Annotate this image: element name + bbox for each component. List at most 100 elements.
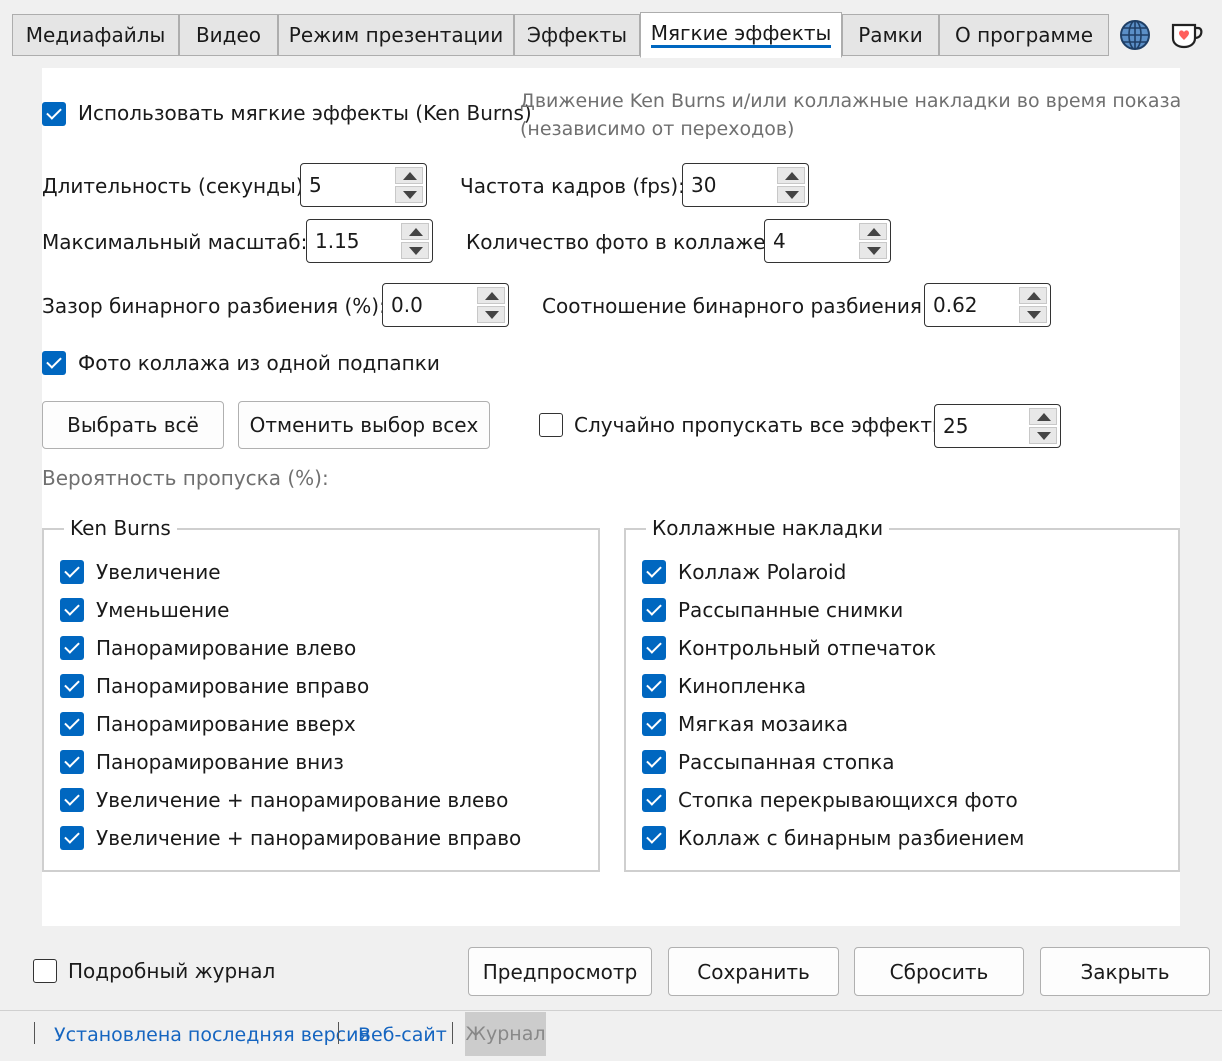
ken-burns-item-checkbox[interactable] (60, 826, 84, 850)
tab-media[interactable]: Медиафайлы (12, 14, 179, 56)
collage-item-label: Рассыпанные снимки (678, 598, 904, 622)
collage-item-checkbox[interactable] (642, 674, 666, 698)
preview-button[interactable]: Предпросмотр (468, 947, 652, 996)
arrow-up-icon[interactable] (777, 167, 805, 184)
collage-item-label: Коллаж Polaroid (678, 560, 847, 584)
description-line-2: (независимо от переходов) (520, 118, 795, 140)
arrow-up-icon[interactable] (477, 287, 505, 304)
collage-item-checkbox[interactable] (642, 712, 666, 736)
fps-spinbox[interactable]: 30 (682, 163, 809, 207)
tab-soft-effects-label: Мягкие эффекты (650, 22, 832, 48)
verbose-log-checkbox[interactable] (33, 959, 57, 983)
duration-label: Длительность (секунды): (42, 174, 311, 198)
collage-item-checkbox[interactable] (642, 826, 666, 850)
collage-item-label: Кинопленка (678, 674, 807, 698)
ken-burns-item-label: Панорамирование вправо (96, 674, 370, 698)
ken-burns-item-label: Увеличение + панорамирование влево (96, 788, 509, 812)
arrow-down-icon[interactable] (1019, 306, 1047, 323)
collage-item-checkbox[interactable] (642, 788, 666, 812)
tab-video-label: Видео (195, 23, 262, 47)
skip-probability-value: 25 (943, 414, 969, 438)
arrow-down-icon[interactable] (1029, 427, 1057, 444)
ken-burns-item-label: Увеличение + панорамирование вправо (96, 826, 522, 850)
tab-presentation-mode[interactable]: Режим презентации (278, 14, 514, 56)
tab-about-label: О программе (954, 23, 1094, 47)
latest-version-link[interactable]: Установлена последняя версия (54, 1022, 370, 1048)
arrow-down-icon[interactable] (477, 306, 505, 323)
globe-icon[interactable] (1119, 19, 1151, 51)
collage-item-checkbox[interactable] (642, 750, 666, 774)
ken-burns-item-label: Панорамирование вниз (96, 750, 344, 774)
arrow-down-icon[interactable] (777, 186, 805, 203)
fps-value: 30 (691, 173, 717, 197)
collage-item-checkbox[interactable] (642, 636, 666, 660)
status-separator (34, 1022, 35, 1044)
deselect-all-button[interactable]: Отменить выбор всех (238, 401, 490, 449)
collage-item-checkbox[interactable] (642, 598, 666, 622)
journal-button[interactable]: Журнал (465, 1012, 546, 1056)
max-scale-label: Максимальный масштаб: (42, 230, 308, 254)
tab-about[interactable]: О программе (939, 14, 1109, 56)
collage-item-label: Стопка перекрывающихся фото (678, 788, 1018, 812)
verbose-log-label: Подробный журнал (68, 959, 276, 983)
skip-probability-spinbox[interactable]: 25 (934, 404, 1061, 448)
ken-burns-item-label: Увеличение (96, 560, 221, 584)
reset-button[interactable]: Сбросить (854, 947, 1024, 996)
kofi-cup-icon[interactable] (1170, 20, 1204, 50)
use-soft-effects-label: Использовать мягкие эффекты (Ken Burns) (78, 101, 532, 125)
ken-burns-item-checkbox[interactable] (60, 598, 84, 622)
website-link[interactable]: Веб-сайт (358, 1022, 447, 1048)
max-scale-value: 1.15 (315, 229, 360, 253)
select-all-button[interactable]: Выбрать всё (42, 401, 224, 449)
binary-gap-spinbox[interactable]: 0.0 (382, 283, 509, 327)
arrow-down-icon[interactable] (859, 242, 887, 259)
arrow-up-icon[interactable] (395, 167, 423, 184)
duration-value: 5 (309, 173, 322, 197)
binary-ratio-value: 0.62 (933, 293, 978, 317)
ken-burns-item-checkbox[interactable] (60, 712, 84, 736)
random-skip-checkbox[interactable] (539, 413, 563, 437)
duration-spinbox[interactable]: 5 (300, 163, 427, 207)
arrow-up-icon[interactable] (401, 223, 429, 240)
collage-item-label: Контрольный отпечаток (678, 636, 937, 660)
tab-frames[interactable]: Рамки (842, 14, 939, 56)
tab-effects[interactable]: Эффекты (514, 14, 640, 56)
same-folder-checkbox[interactable] (42, 351, 66, 375)
close-button[interactable]: Закрыть (1040, 947, 1210, 996)
tab-effects-label: Эффекты (527, 23, 627, 47)
ken-burns-item-checkbox[interactable] (60, 560, 84, 584)
collage-count-spinbox[interactable]: 4 (764, 219, 891, 263)
tab-soft-effects[interactable]: Мягкие эффекты (640, 12, 842, 58)
collage-count-value: 4 (773, 229, 786, 253)
use-soft-effects-checkbox[interactable] (42, 102, 66, 126)
binary-ratio-spinbox[interactable]: 0.62 (924, 283, 1051, 327)
arrow-up-icon[interactable] (859, 223, 887, 240)
tab-media-label: Медиафайлы (25, 23, 166, 47)
collage-item-label: Рассыпанная стопка (678, 750, 895, 774)
collage-count-label: Количество фото в коллаже: (466, 230, 773, 254)
arrow-down-icon[interactable] (395, 186, 423, 203)
same-folder-label: Фото коллажа из одной подпапки (78, 351, 440, 375)
collage-item-checkbox[interactable] (642, 560, 666, 584)
fps-label: Частота кадров (fps): (460, 174, 685, 198)
skip-probability-label: Вероятность пропуска (%): (42, 466, 329, 490)
ken-burns-item-checkbox[interactable] (60, 788, 84, 812)
save-button[interactable]: Сохранить (668, 947, 839, 996)
ken-burns-group-title: Ken Burns (64, 515, 177, 541)
arrow-down-icon[interactable] (401, 242, 429, 259)
arrow-up-icon[interactable] (1019, 287, 1047, 304)
max-scale-spinbox[interactable]: 1.15 (306, 219, 433, 263)
random-skip-label: Случайно пропускать все эффекты (574, 413, 948, 437)
tab-video[interactable]: Видео (179, 14, 278, 56)
ken-burns-item-checkbox[interactable] (60, 674, 84, 698)
binary-gap-value: 0.0 (391, 293, 423, 317)
ken-burns-item-label: Панорамирование влево (96, 636, 357, 660)
ken-burns-item-checkbox[interactable] (60, 636, 84, 660)
collage-group-title: Коллажные накладки (646, 515, 890, 541)
arrow-up-icon[interactable] (1029, 408, 1057, 425)
status-separator (338, 1022, 339, 1044)
description-line-1: Движение Ken Burns и/или коллажные накла… (520, 90, 1180, 112)
status-separator (452, 1022, 453, 1044)
ken-burns-item-checkbox[interactable] (60, 750, 84, 774)
ken-burns-item-label: Панорамирование вверх (96, 712, 356, 736)
